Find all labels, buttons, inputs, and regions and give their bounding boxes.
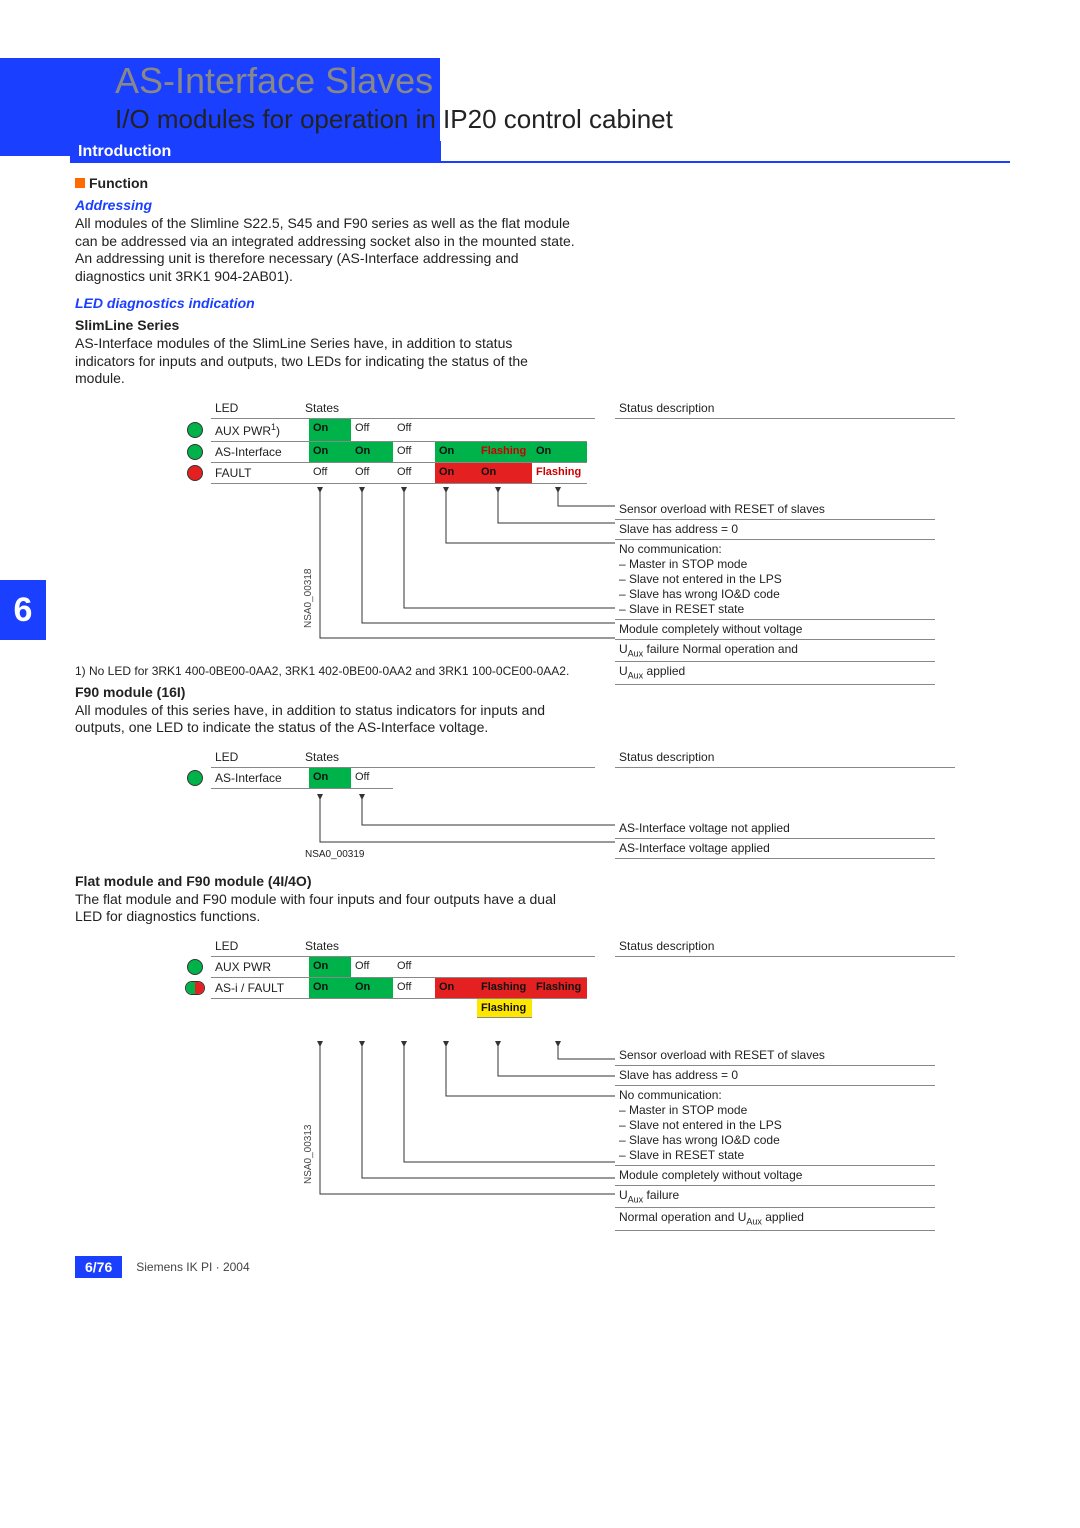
cell: Off [393,463,435,484]
cell: Off [351,768,393,789]
cell: On [435,463,477,484]
intro-tab: Introduction [70,141,441,163]
cell: Off [351,463,393,484]
cell: On [309,957,351,978]
function-heading: Function [89,175,148,191]
status-item: UAux failure [615,1186,935,1209]
col-status-desc: Status description [615,398,718,418]
slimline-diagram: LED States Status description AUX PWR1) … [185,398,955,658]
col-states: States [301,936,343,956]
slimline-heading: SlimLine Series [75,317,1010,333]
status-item: Module completely without voltage [615,1166,935,1186]
bullet-icon [75,178,85,188]
cell: On [309,768,351,789]
flat-heading: Flat module and F90 module (4I/4O) [75,873,1010,889]
cell: On [351,442,393,463]
cell: On [309,419,351,442]
cell: On [309,978,351,999]
cell [532,957,587,978]
cell [477,957,532,978]
cell: Flashing [477,442,532,463]
cell [435,419,477,442]
status-item: UAux failure Normal operation and [615,640,935,663]
page-subtitle: I/O modules for operation in IP20 contro… [115,104,1010,135]
status-item: Module completely without voltage [615,620,935,640]
status-item: Slave has address = 0 [615,1066,935,1086]
slimline-text: AS-Interface modules of the SlimLine Ser… [75,335,575,388]
led-green-icon [187,959,203,975]
col-states: States [301,747,343,767]
status-item: Sensor overload with RESET of slaves [615,1046,935,1066]
status-item: AS-Interface voltage not applied [615,819,935,839]
nsa-code: NSA0_00319 [305,849,365,860]
cell: Off [351,957,393,978]
cell: Off [393,442,435,463]
f90-diagram: LED States Status description AS-Interfa… [185,747,955,867]
cell: Flashing [477,978,532,999]
nsa-code: NSA0_00318 [303,568,314,628]
flat-text: The flat module and F90 module with four… [75,891,575,926]
row-fault-label: FAULT [211,463,309,484]
addressing-text: All modules of the Slimline S22.5, S45 a… [75,215,575,285]
row-asifault-label: AS-i / FAULT [211,978,309,999]
cell: Flashing [532,978,587,999]
chapter-number-tab: 6 [0,580,46,640]
page-title: AS-Interface Slaves [115,60,1010,102]
col-led: LED [211,936,242,956]
col-status-desc: Status description [615,936,718,956]
cell [477,419,532,442]
col-status-desc: Status description [615,747,718,767]
nsa-code: NSA0_00313 [303,1124,314,1184]
status-item: No communication: – Master in STOP mode … [615,540,935,620]
status-item: Normal operation and UAux applied [615,1208,935,1231]
col-led: LED [211,398,242,418]
led-green-icon [187,770,203,786]
cell [532,419,587,442]
cell: On [477,463,532,484]
cell: On [435,978,477,999]
status-item: No communication: – Master in STOP mode … [615,1086,935,1166]
row-asi-label: AS-Interface [211,442,309,463]
row-auxpwr-label: AUX PWR1) [211,419,309,442]
col-states: States [301,398,343,418]
col-led: LED [211,747,242,767]
led-green-icon [187,422,203,438]
addressing-heading: Addressing [75,197,1010,213]
led-green-icon [187,444,203,460]
status-item: Slave has address = 0 [615,520,935,540]
cell-flashing-yellow: Flashing [477,999,532,1018]
row-auxpwr-label: AUX PWR [211,957,309,978]
cell: On [309,442,351,463]
status-item: UAux applied [615,662,935,685]
f90-16i-heading: F90 module (16I) [75,684,1010,700]
dual-led-icon [185,981,205,995]
footer-text: Siemens IK PI · 2004 [136,1260,249,1274]
cell: Off [309,463,351,484]
f90-16i-text: All modules of this series have, in addi… [75,702,575,737]
row-asi-label: AS-Interface [211,768,309,789]
flat-diagram: LED States Status description AUX PWR On… [185,936,955,1216]
cell: Off [393,419,435,442]
page-number-badge: 6/76 [75,1256,122,1278]
cell: On [351,978,393,999]
cell: Flashing [532,463,587,484]
led-red-icon [187,465,203,481]
cell: On [532,442,587,463]
cell [435,957,477,978]
status-item: Sensor overload with RESET of slaves [615,500,935,520]
led-diag-heading: LED diagnostics indication [75,295,1010,311]
cell: Off [351,419,393,442]
cell: Off [393,957,435,978]
status-item: AS-Interface voltage applied [615,839,935,859]
cell: On [435,442,477,463]
cell: Off [393,978,435,999]
